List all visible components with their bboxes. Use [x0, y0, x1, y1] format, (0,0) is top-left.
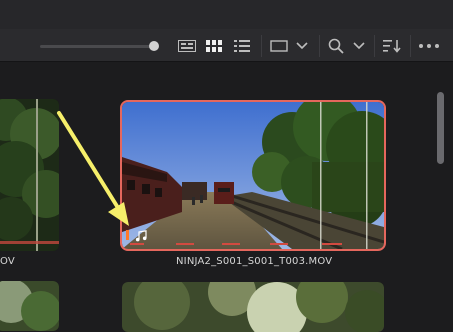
annotation-arrow [57, 111, 129, 226]
